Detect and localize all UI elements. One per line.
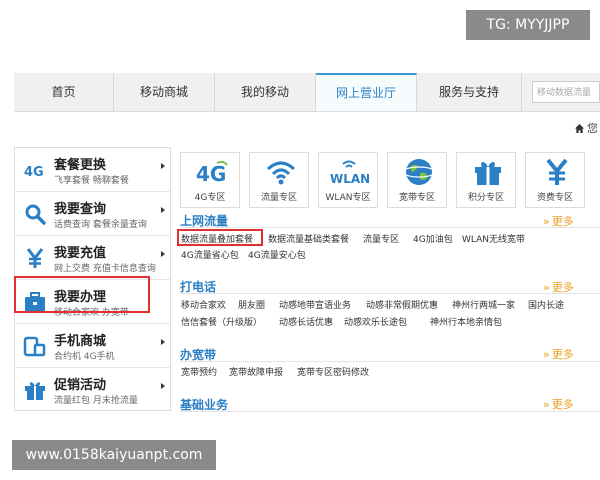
link-data-zone[interactable]: 流量专区 <box>363 232 399 245</box>
menu-item-sub: 话费查询 套餐余量查询 <box>54 220 147 230</box>
globe-icon <box>402 159 436 185</box>
more-link-broadband[interactable]: ›› 更多 <box>543 346 574 362</box>
tile-label: 流量专区 <box>260 193 297 203</box>
4g-icon: 4G <box>24 165 44 180</box>
chevron-right-icon <box>161 251 165 257</box>
link-two-cities[interactable]: 神州行两城一家 <box>452 298 515 311</box>
more-label: 更多 <box>551 398 574 411</box>
section-divider <box>180 411 600 412</box>
tile-wlan-zone[interactable]: WLAN WLAN专区 <box>318 152 378 208</box>
menu-item-promotions[interactable]: 促销活动 流量红包 月末抢流量 <box>15 368 170 411</box>
menu-item-sub: 网上交费 充值卡信息查询 <box>54 264 156 274</box>
menu-item-phone-mall[interactable]: 手机商城 合约机 4G手机 <box>15 324 170 368</box>
link-local-family-pack[interactable]: 神州行本地亲情包 <box>430 315 502 328</box>
menu-item-title: 我要查询 <box>54 202 107 217</box>
tile-points-zone[interactable]: 积分专区 <box>456 152 516 208</box>
tile-label: 宽带专区 <box>398 193 435 203</box>
more-label: 更多 <box>551 348 574 361</box>
watermark-top: TG: MYYJJPP <box>466 10 590 40</box>
gift-icon <box>25 382 45 400</box>
search-icon <box>25 204 46 225</box>
double-chevron-icon: ›› <box>543 398 550 411</box>
home-icon <box>575 124 584 133</box>
link-mzone-happy-long[interactable]: 动感欢乐长途包 <box>344 315 407 328</box>
link-broadband-booking[interactable]: 宽带预约 <box>181 365 217 378</box>
yen-icon <box>26 248 44 268</box>
menu-item-title: 我要充值 <box>54 246 107 261</box>
breadcrumb[interactable]: 您 <box>575 120 598 136</box>
nav-item-service[interactable]: 服务与支持 <box>417 73 522 111</box>
4g-icon-text: 4G <box>24 165 44 180</box>
4g-tile-text: 4G <box>196 162 226 186</box>
chevron-right-icon <box>161 207 165 213</box>
menu-item-recharge[interactable]: 我要充值 网上交费 充值卡信息查询 <box>15 236 170 280</box>
tile-tariff-zone[interactable]: 资费专区 <box>525 152 585 208</box>
wifi-icon <box>266 161 296 185</box>
tile-4g-zone[interactable]: 4G 4G专区 <box>180 152 240 208</box>
4g-icon: 4G <box>196 160 228 186</box>
tile-label: 资费专区 <box>536 193 573 203</box>
yen-icon <box>546 158 568 185</box>
chevron-right-icon <box>161 339 165 345</box>
link-mzone-holiday[interactable]: 动感非常假期优惠 <box>366 298 438 311</box>
highlight-box-apply <box>14 276 150 313</box>
tile-label: WLAN专区 <box>325 193 371 203</box>
menu-item-package-change[interactable]: 4G 套餐更换 飞享套餐 畅聊套餐 <box>15 148 170 192</box>
link-4g-save-pack[interactable]: 4G流量省心包 <box>181 248 239 261</box>
link-data-basic-package[interactable]: 数据流量基础类套餐 <box>268 232 349 245</box>
menu-item-sub: 合约机 4G手机 <box>54 352 115 362</box>
phone-icon <box>23 336 46 357</box>
tile-broadband-zone[interactable]: 宽带专区 <box>387 152 447 208</box>
menu-item-title: 手机商城 <box>54 334 107 349</box>
search-input[interactable]: 移动数据流量 <box>532 81 600 103</box>
section-divider <box>180 227 600 228</box>
chevron-right-icon <box>161 383 165 389</box>
link-mzone-voice[interactable]: 动感地带宣语业务 <box>279 298 351 311</box>
highlight-box-data-addon <box>177 229 263 246</box>
menu-item-sub: 飞享套餐 畅聊套餐 <box>54 176 129 186</box>
tile-label: 积分专区 <box>467 193 504 203</box>
tile-label: 4G专区 <box>194 193 226 203</box>
breadcrumb-text: 您 <box>587 122 598 135</box>
gift-icon <box>475 162 501 185</box>
link-mzone-long-call[interactable]: 动感长话优惠 <box>279 315 333 328</box>
link-family-plan[interactable]: 移动合家欢 <box>181 298 226 311</box>
link-domestic-long-distance[interactable]: 国内长途 <box>528 298 564 311</box>
link-broadband-password[interactable]: 宽带专区密码修改 <box>297 365 369 378</box>
link-4g-safe-pack[interactable]: 4G流量安心包 <box>248 248 306 261</box>
top-nav: 首页 移动商城 我的移动 网上营业厅 服务与支持 <box>14 73 600 112</box>
menu-item-query[interactable]: 我要查询 话费查询 套餐余量查询 <box>15 192 170 236</box>
link-friends-circle[interactable]: 朋友圈 <box>238 298 265 311</box>
menu-item-title: 套餐更换 <box>54 158 107 173</box>
chevron-right-icon <box>161 163 165 169</box>
section-divider <box>180 293 600 294</box>
link-4g-boost[interactable]: 4G加油包 <box>413 232 453 245</box>
menu-item-title: 促销活动 <box>54 378 107 393</box>
link-xinxin-package[interactable]: 信信套餐（升级版） <box>181 315 262 328</box>
double-chevron-icon: ›› <box>543 348 550 361</box>
wlan-tile-text: WLAN <box>330 172 369 186</box>
section-divider <box>180 361 600 362</box>
nav-item-online-hall[interactable]: 网上营业厅 <box>316 73 417 111</box>
tile-data-zone[interactable]: 流量专区 <box>249 152 309 208</box>
watermark-bottom: www.0158kaiyuanpt.com <box>12 440 216 470</box>
nav-item-mall[interactable]: 移动商城 <box>114 73 215 111</box>
link-wlan-broadband[interactable]: WLAN无线宽带 <box>462 232 525 245</box>
menu-item-sub: 流量红包 月末抢流量 <box>54 396 138 406</box>
more-link-basic-services[interactable]: ›› 更多 <box>543 396 574 412</box>
nav-item-my-mobile[interactable]: 我的移动 <box>215 73 316 111</box>
wlan-icon: WLAN <box>330 160 369 186</box>
link-broadband-fault[interactable]: 宽带故障申报 <box>229 365 283 378</box>
nav-item-home[interactable]: 首页 <box>14 73 114 111</box>
